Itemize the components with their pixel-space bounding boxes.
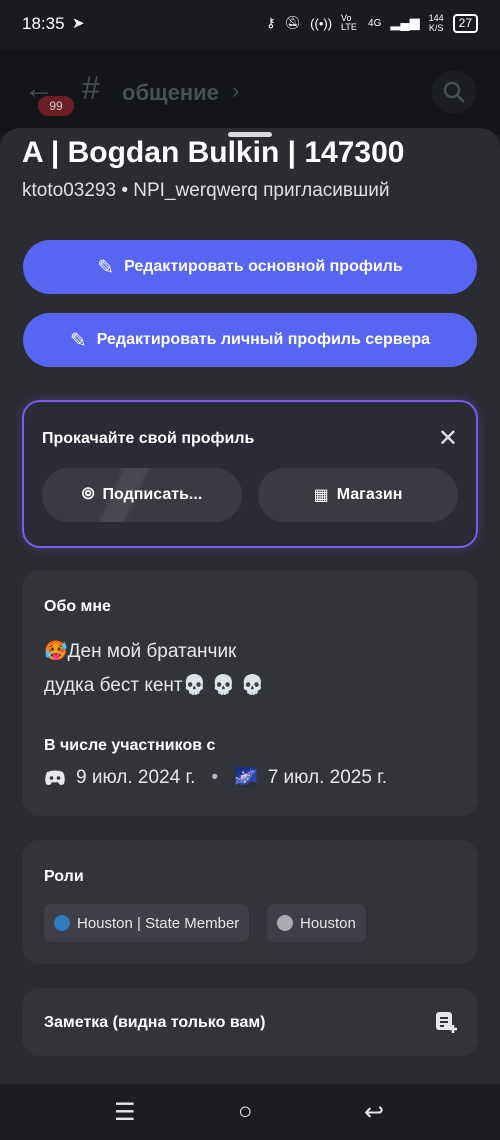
signal-icon: ▂▄▆ [390, 15, 420, 30]
chevron-right-icon: › [232, 78, 240, 103]
shop-button[interactable]: ▦ Магазин [258, 468, 458, 522]
telegram-icon: ➤ [72, 15, 85, 32]
role-chip[interactable]: Houston | State Member [44, 904, 250, 942]
status-time: 18:35 [22, 14, 65, 33]
shop-icon: ▦ [313, 487, 329, 504]
note-add-icon[interactable] [434, 1010, 458, 1034]
speed-unit: K/S [428, 23, 444, 33]
discord-join-date: 9 июл. 2024 г. [76, 767, 196, 788]
note-card[interactable]: Заметка (видна только вам) [22, 988, 478, 1056]
home-icon[interactable]: ○ [238, 1098, 253, 1126]
about-title: Обо мне [44, 598, 111, 615]
pencil-icon: ✎ [69, 329, 87, 352]
edit-main-profile-button[interactable]: ✎ Редактировать основной профиль [23, 240, 477, 294]
nitro-icon: ⦾ [81, 486, 95, 503]
pencil-icon: ✎ [97, 256, 115, 279]
channel-name[interactable]: общение [122, 80, 219, 106]
username: ktoto03293 [22, 180, 117, 201]
volte-label: Vo LTE [341, 13, 357, 32]
role-chip[interactable]: Houston [267, 904, 366, 942]
mute-icon: 🔕︎ [284, 15, 302, 30]
note-title: Заметка (видна только вам) [44, 1014, 266, 1031]
edit-main-profile-label: Редактировать основной профиль [124, 258, 403, 275]
role-color-dot [54, 915, 70, 931]
profile-subline: ktoto03293 • NPI_werqwerq пригласивший [22, 180, 389, 202]
profile-sheet: A | Bogdan Bulkin | 147300 ktoto03293 • … [0, 128, 500, 1084]
key-icon: ⚷ [266, 15, 276, 30]
unread-badge: 99 [38, 96, 74, 116]
search-icon [443, 81, 465, 103]
server-join-date: 7 июл. 2025 г. [267, 767, 388, 788]
roles-title: Роли [44, 868, 84, 885]
separator-dot: • [121, 180, 128, 201]
battery-icon: 27 [452, 13, 478, 33]
speed-value: 144 [428, 13, 444, 23]
edit-server-profile-label: Редактировать личный профиль сервера [96, 331, 430, 348]
status-bar: 18:35 ➤ ⚷ 🔕︎ ((•)) Vo LTE 4G ▂▄▆ 144 K/S… [0, 0, 500, 50]
edit-server-profile-button[interactable]: ✎ Редактировать личный профиль сервера [23, 313, 477, 367]
role-name: Houston | State Member [77, 914, 240, 932]
status-icons: ⚷ 🔕︎ ((•)) Vo LTE 4G ▂▄▆ 144 K/S 27 [266, 13, 478, 33]
role-color-dot [277, 915, 293, 931]
speed-indicator: 144 K/S [429, 13, 444, 33]
roles-card: Роли Houston | State Member Houston [22, 840, 478, 964]
back-icon[interactable]: ↩ [364, 1098, 384, 1127]
upgrade-title: Прокачайте свой профиль [42, 430, 255, 447]
about-line-2-text: дудка бест кент [44, 675, 183, 696]
role-name: Houston [300, 914, 356, 932]
subscribe-label: Подписать... [102, 486, 203, 503]
recent-apps-icon[interactable]: ☰ [114, 1098, 136, 1127]
search-button[interactable] [432, 70, 476, 114]
channel-hash-icon: # [82, 70, 100, 106]
member-since-row: 9 июл. 2024 г. • 🌌 7 июл. 2025 г. [44, 766, 387, 790]
upgrade-profile-card: Прокачайте свой профиль ✕ ⦾ Подписать...… [22, 400, 478, 548]
about-line-1: 🥵Ден мой братанчик [44, 639, 236, 663]
hotspot-icon: ((•)) [310, 15, 333, 31]
about-line-1-text: Ден мой братанчик [67, 641, 237, 662]
member-since-title: В числе участников с [44, 737, 216, 754]
network-4g-label: 4G [368, 17, 382, 29]
hot-face-emoji: 🥵 [44, 641, 68, 662]
discord-icon [45, 770, 65, 785]
shop-label: Магазин [336, 486, 403, 503]
channel-header: ← 99 # общение › [0, 50, 500, 135]
skull-emoji: 💀 💀 💀 [182, 675, 265, 696]
close-icon[interactable]: ✕ [438, 424, 458, 453]
system-nav-bar: ☰ ○ ↩ [0, 1084, 500, 1140]
server-icon: 🌌 [234, 768, 258, 789]
invited-by: NPI_werqwerq пригласивший [133, 180, 390, 201]
display-name: A | Bogdan Bulkin | 147300 [22, 136, 405, 169]
battery-level: 27 [458, 15, 472, 30]
subscribe-button[interactable]: ⦾ Подписать... [42, 468, 242, 522]
about-line-2: дудка бест кент💀 💀 💀 [44, 673, 264, 697]
date-separator: • [211, 767, 219, 788]
about-card: Обо мне 🥵Ден мой братанчик дудка бест ке… [22, 570, 478, 816]
